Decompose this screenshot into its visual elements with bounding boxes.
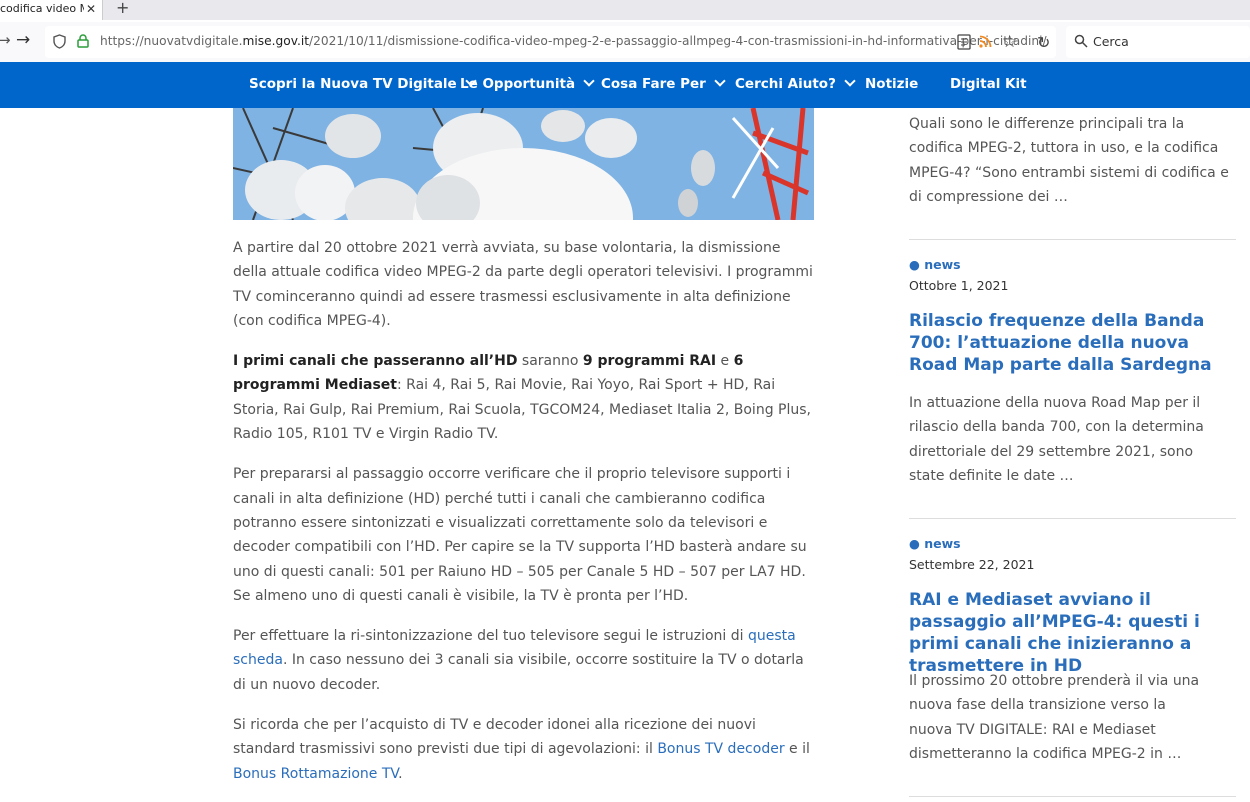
post-date: Ottobre 1, 2021 [909,278,1009,293]
post-excerpt: Il prossimo 20 ottobre prenderà il via u… [909,673,1200,762]
bookmark-star-icon[interactable]: ☆ [1002,32,1017,52]
antenna-illustration [233,108,814,220]
chevron-down-icon [844,75,856,87]
reload-icon[interactable]: ↻ [1037,33,1050,52]
nav-item-opportunita[interactable]: Le Opportunità [460,75,595,92]
sidebar-divider [909,518,1236,519]
url-text[interactable]: https://nuovatvdigitale.mise.gov.it/2021… [100,34,1047,48]
article-hero-image [233,108,814,220]
sidebar-top-excerpt-wrap: Quali sono le differenze principali tra … [909,112,1239,209]
search-icon [1074,34,1088,48]
rss-icon[interactable] [979,35,992,48]
address-bar[interactable]: https://nuovatvdigitale.mise.gov.it/2021… [45,26,1056,58]
nav-item-notizie[interactable]: Notizie [865,76,918,92]
sidebar-divider [909,239,1236,240]
news-badge[interactable]: ● news [909,257,961,272]
bonus-rottamazione-link[interactable]: Bonus Rottamazione TV [233,766,398,782]
nav-item-cosa-fare[interactable]: Cosa Fare Per [601,75,726,92]
bonus-tv-decoder-link[interactable]: Bonus TV decoder [657,741,784,757]
article-paragraph: A partire dal 20 ottobre 2021 verrà avvi… [233,240,813,329]
back-arrow-icon[interactable]: → [0,31,11,49]
article-paragraph: I primi canali che passeranno all’HD sar… [233,353,811,443]
article-paragraph: Per effettuare la ri-sintonizzazione del… [233,628,804,693]
forward-arrow-icon[interactable]: → [16,30,30,50]
sidebar-divider [909,796,1236,797]
news-badge[interactable]: ● news [909,536,961,551]
site-nav: Scopri la Nuova TV Digitale Le Opportuni… [0,62,1250,108]
close-tab-icon[interactable]: ✕ [86,0,96,18]
nav-item-digital-kit[interactable]: Digital Kit [950,76,1027,92]
chevron-down-icon [714,75,726,87]
reader-view-icon[interactable] [957,34,971,50]
nav-item-aiuto[interactable]: Cerchi Aiuto? [735,75,856,92]
article-paragraph: Si ricorda che per l’acquisto di TV e de… [233,717,810,782]
nav-item-scopri[interactable]: Scopri la Nuova TV Digitale [249,75,477,92]
tab-title: codifica video MPEG [0,2,84,15]
post-title-link[interactable]: RAI e Mediaset avviano il passaggio all’… [909,589,1229,677]
new-tab-icon[interactable]: + [116,0,129,17]
search-placeholder: Cerca [1093,34,1129,49]
tab-bar: codifica video MPEG ✕ + [0,0,1250,20]
article-paragraph: Per prepararsi al passaggio occorre veri… [233,466,807,604]
article-body: A partire dal 20 ottobre 2021 verrà avvi… [233,236,818,802]
browser-toolbar: → → https://nuovatvdigitale.mise.gov.it/… [0,22,1250,63]
shield-icon[interactable] [53,34,66,49]
chevron-down-icon [583,75,595,87]
browser-tab[interactable]: codifica video MPEG ✕ [0,0,103,20]
post-excerpt: In attuazione della nuova Road Map per i… [909,395,1204,484]
search-box[interactable]: Cerca [1066,26,1250,58]
post-excerpt: Quali sono le differenze principali tra … [909,116,1229,205]
lock-icon[interactable] [77,34,89,48]
post-title-link[interactable]: Rilascio frequenze della Banda 700: l’at… [909,310,1229,376]
post-date: Settembre 22, 2021 [909,557,1035,572]
